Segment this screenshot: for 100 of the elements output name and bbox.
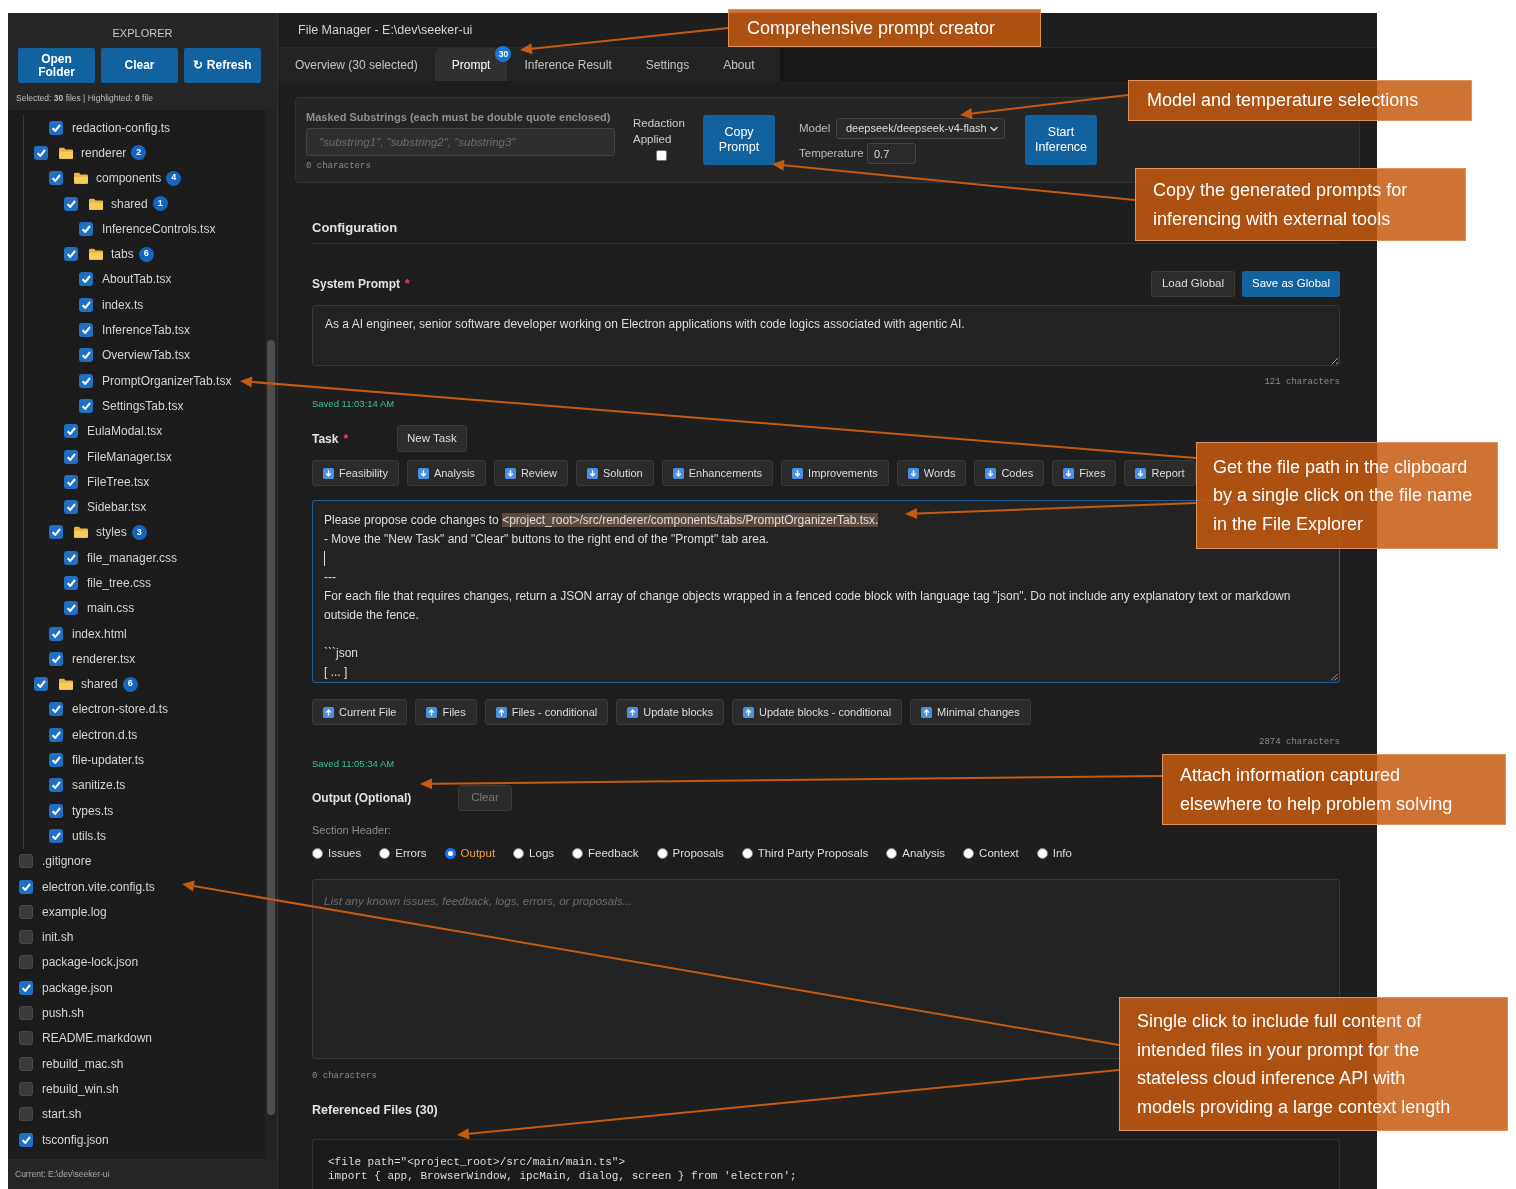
file-name[interactable]: types.ts xyxy=(72,801,114,820)
folder-name[interactable]: tabs xyxy=(111,245,134,264)
sidebar-button[interactable]: Clear xyxy=(101,48,178,83)
radio-label[interactable]: Feedback xyxy=(588,846,639,860)
template-button[interactable]: Feasibility xyxy=(312,460,399,486)
folder-name[interactable]: styles xyxy=(96,523,127,542)
checkbox[interactable] xyxy=(19,904,33,919)
file-name[interactable]: index.ts xyxy=(102,295,144,314)
file-name[interactable]: file_tree.css xyxy=(87,574,152,592)
folder-name[interactable]: renderer xyxy=(81,143,127,162)
checkbox[interactable] xyxy=(19,1132,33,1147)
file-name[interactable]: renderer.tsx xyxy=(72,649,136,668)
radio-label[interactable]: Proposals xyxy=(672,846,724,860)
checkbox[interactable] xyxy=(19,1056,33,1071)
file-name[interactable]: example.log xyxy=(42,902,107,921)
radio-button[interactable] xyxy=(656,847,668,859)
checkbox[interactable] xyxy=(79,297,93,312)
file-name[interactable]: FileManager.tsx xyxy=(87,447,172,466)
file-name[interactable]: EulaModal.tsx xyxy=(87,422,163,441)
radio-button[interactable] xyxy=(572,847,584,859)
checkbox[interactable] xyxy=(19,980,33,995)
file-name[interactable]: OverviewTab.tsx xyxy=(102,346,191,365)
checkbox[interactable] xyxy=(64,576,78,590)
file-name[interactable]: InferenceControls.tsx xyxy=(102,219,216,238)
radio-label[interactable]: Errors xyxy=(395,846,427,860)
insert-button[interactable]: Files xyxy=(415,699,477,725)
start-inference-button[interactable]: Start Inference xyxy=(1025,115,1097,165)
temperature-input[interactable]: 0.7 xyxy=(867,143,916,164)
radio-label[interactable]: Context xyxy=(979,846,1019,860)
file-name[interactable]: start.sh xyxy=(42,1105,82,1124)
file-name[interactable]: sanitize.ts xyxy=(72,776,126,795)
template-button[interactable]: Analysis xyxy=(406,460,486,486)
file-name[interactable]: SettingsTab.tsx xyxy=(102,396,184,415)
checkbox[interactable] xyxy=(49,803,63,818)
checkbox[interactable] xyxy=(79,323,93,337)
prompt-action-button[interactable]: Save as Global xyxy=(1242,271,1340,297)
file-name[interactable]: electron-store.d.ts xyxy=(72,700,169,719)
radio-button[interactable] xyxy=(1036,847,1048,859)
file-name[interactable]: README.markdown xyxy=(42,1029,153,1048)
masked-substrings-input[interactable]: "substring1", "substring2", "substring3" xyxy=(306,128,615,156)
insert-button[interactable]: Update blocks - conditional xyxy=(732,699,903,725)
file-name[interactable]: main.css xyxy=(87,599,135,618)
checkbox[interactable] xyxy=(49,651,63,666)
radio-label[interactable]: Info xyxy=(1052,846,1072,860)
file-name[interactable]: file_manager.css xyxy=(87,548,178,567)
folder-name[interactable]: shared xyxy=(111,194,148,213)
file-name[interactable]: Sidebar.tsx xyxy=(87,498,147,517)
radio-button[interactable] xyxy=(886,847,898,859)
file-name[interactable]: FileTree.tsx xyxy=(87,472,150,491)
folder-name[interactable]: components xyxy=(96,169,162,188)
tab[interactable]: Settings xyxy=(628,48,707,81)
insert-button[interactable]: Files - conditional xyxy=(484,699,609,725)
checkbox[interactable] xyxy=(19,1006,33,1021)
file-name[interactable]: init.sh xyxy=(42,928,74,947)
checkbox[interactable] xyxy=(64,474,78,489)
new-task-button[interactable]: New Task xyxy=(397,425,467,452)
checkbox[interactable] xyxy=(19,1081,33,1096)
checkbox[interactable] xyxy=(34,145,48,160)
template-button[interactable]: Codes xyxy=(974,460,1045,486)
template-button[interactable]: Improvements xyxy=(781,460,889,486)
folder-name[interactable]: shared xyxy=(81,675,118,694)
template-button[interactable]: Fixes xyxy=(1052,460,1117,486)
checkbox[interactable] xyxy=(19,955,33,970)
insert-button[interactable]: Minimal changes xyxy=(910,699,1031,725)
file-name[interactable]: electron.d.ts xyxy=(72,725,138,744)
file-name[interactable]: rebuild_mac.sh xyxy=(42,1054,124,1073)
checkbox[interactable] xyxy=(64,601,78,616)
tab[interactable]: Overview (30 selected) xyxy=(278,48,435,81)
checkbox[interactable] xyxy=(19,879,33,894)
checkbox[interactable] xyxy=(79,221,93,236)
radio-label[interactable]: Output xyxy=(460,846,496,860)
radio-button[interactable] xyxy=(741,847,753,859)
file-name[interactable]: file-updater.ts xyxy=(72,751,145,770)
file-name[interactable]: utils.ts xyxy=(72,826,106,845)
radio-button[interactable] xyxy=(513,847,525,859)
template-button[interactable]: Review xyxy=(493,460,568,486)
file-name[interactable]: PromptOrganizerTab.tsx xyxy=(102,371,232,390)
file-name[interactable]: .gitignore xyxy=(42,852,92,871)
checkbox[interactable] xyxy=(19,1107,33,1122)
checkbox[interactable] xyxy=(79,348,93,363)
checkbox[interactable] xyxy=(49,828,63,843)
insert-button[interactable]: Current File xyxy=(312,699,408,725)
redaction-checkbox[interactable] xyxy=(655,150,667,161)
checkbox[interactable] xyxy=(49,120,63,135)
insert-button[interactable]: Update blocks xyxy=(616,699,724,725)
checkbox[interactable] xyxy=(64,550,78,565)
radio-button[interactable] xyxy=(963,847,975,859)
checkbox[interactable] xyxy=(49,727,63,742)
sidebar-button[interactable]: ↻ Refresh xyxy=(184,48,261,83)
template-button[interactable]: Solution xyxy=(575,460,654,486)
checkbox[interactable] xyxy=(79,373,93,388)
file-name[interactable]: rebuild_win.sh xyxy=(42,1079,119,1098)
checkbox[interactable] xyxy=(19,854,33,869)
radio-button[interactable] xyxy=(379,847,391,859)
template-button[interactable]: Words xyxy=(896,460,967,486)
checkbox[interactable] xyxy=(19,930,33,945)
prompt-action-button[interactable]: Load Global xyxy=(1150,271,1235,297)
file-name[interactable]: electron.vite.config.ts xyxy=(42,877,155,896)
model-select[interactable]: deepseek/deepseek-v4-flash xyxy=(836,118,1005,139)
radio-button[interactable] xyxy=(444,847,456,859)
